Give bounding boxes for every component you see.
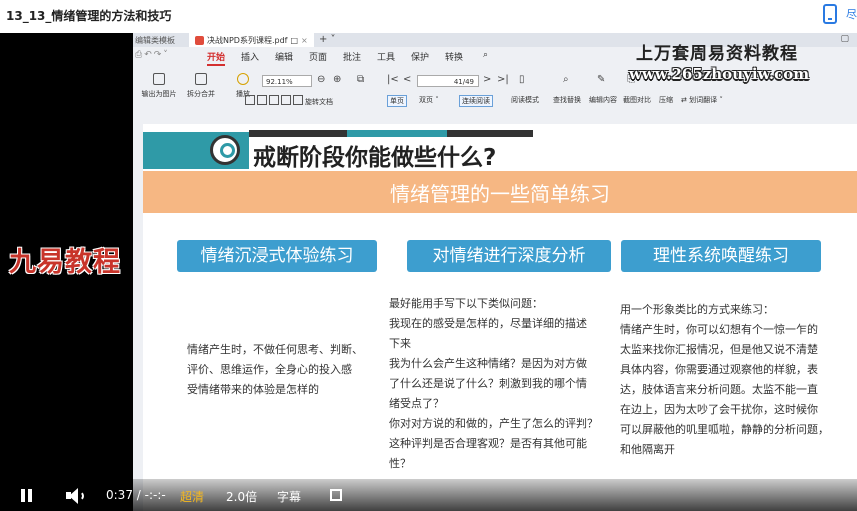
- player-controls: 0:37 / -:-:- 超清 2.0倍 字幕: [0, 479, 857, 511]
- last-page-icon: >|: [497, 74, 509, 85]
- close-icon: ×: [301, 35, 308, 45]
- menu-insert: 插入: [241, 53, 260, 63]
- quick-access-icons: ⎙↶↷˅: [135, 50, 170, 60]
- text-line: 我为什么会产生这种情绪？是因为对方做: [389, 357, 587, 370]
- text-line: 我现在的感受是怎样的，尽量详细的描述: [389, 317, 587, 330]
- phone-icon[interactable]: [823, 4, 837, 24]
- text-line: 可以屏蔽他的叽里呱啦，静静的分析问题，: [620, 423, 829, 436]
- slide-title: 戒断阶段你能做些什么?: [253, 145, 497, 171]
- quality-button[interactable]: 超清: [180, 488, 204, 505]
- tool-export-image-label: 输出为图片: [141, 90, 177, 98]
- slide-page: 戒断阶段你能做些什么? 情绪管理的一些简单练习 情绪沉浸式体验练习 对情绪进行深…: [143, 124, 857, 511]
- find-replace-button: 查找替换: [553, 96, 581, 104]
- text-line: 受情绪带来的体验是怎样的: [187, 383, 319, 396]
- volume-icon[interactable]: [66, 488, 88, 504]
- column-heading-2: 对情绪进行深度分析: [407, 240, 611, 272]
- double-page-button: 双页 ˅: [419, 96, 439, 104]
- text-line: 下来: [389, 337, 411, 350]
- fit-icon: ⧉: [357, 74, 365, 85]
- watermark-url: www.265zhouyiw.com: [629, 65, 810, 83]
- read-mode-button: 阅读模式: [511, 96, 539, 104]
- zoom-field: 92.11%: [262, 75, 312, 87]
- title-teal-strip: [347, 130, 447, 137]
- text-line: 在边上，因为太吵了会干扰你，这时候你: [620, 403, 818, 416]
- text-line: 太监来找你汇报情况，但是他又说不清楚: [620, 343, 818, 356]
- text-line: 用一个形象类比的方式来练习：: [620, 303, 774, 316]
- text-line: 和他隔离开: [620, 443, 675, 456]
- watermark-line1: 上万套周易资料教程: [636, 44, 798, 64]
- time-display: 0:37 / -:-:-: [106, 488, 166, 502]
- tab-document-label: 决战NPD系列课程.pdf: [207, 35, 288, 45]
- compress-button: 压缩: [659, 96, 673, 104]
- text-line: 绪受点了？: [389, 397, 444, 410]
- text-line: 性？: [389, 457, 411, 470]
- column-heading-1: 情绪沉浸式体验练习: [177, 240, 377, 272]
- menu-annotate: 批注: [343, 53, 362, 63]
- tab-template: 编辑类模板: [135, 36, 175, 45]
- column-text-1: 情绪产生时，不做任何思考、判断、 评价、思维运作，全身心的投入感 受情绪带来的体…: [187, 340, 387, 400]
- pause-icon[interactable]: [21, 489, 33, 502]
- subtitle-band: 情绪管理的一些简单练习: [143, 171, 857, 213]
- prev-page-icon: <: [403, 74, 412, 85]
- zoom-out-icon: ⊖: [317, 74, 326, 85]
- single-page-button: 单页: [387, 95, 407, 107]
- rotate-label: 旋转文档: [245, 95, 333, 107]
- play-icon: [237, 73, 249, 85]
- brand-watermark: 九易教程: [9, 247, 121, 278]
- window-title: 13_13_情绪管理的方法和技巧: [6, 9, 172, 23]
- text-line: 情绪产生时，不做任何思考、判断、: [187, 343, 363, 356]
- text-line: 你对对方说的和做的，产生了怎么的评判？: [389, 417, 598, 430]
- text-line: 了什么还是说了什么？刺激到我的哪个情: [389, 377, 587, 390]
- title-dark-strip-2: [447, 130, 533, 137]
- edit-content-button: 编辑内容: [589, 96, 617, 104]
- title-dark-strip: [249, 130, 347, 137]
- text-line: 最好能用手写下以下类似问题：: [389, 297, 543, 310]
- page-field: 41/49: [417, 75, 479, 87]
- tool-export-image: 输出为图片: [139, 73, 179, 99]
- image-icon: [153, 73, 165, 85]
- translate-button: ⇄ 划词翻译 ˅: [681, 96, 723, 104]
- read-icon: ▯: [519, 74, 525, 85]
- slide-subtitle: 情绪管理的一些简单练习: [390, 182, 610, 206]
- menu-page: 页面: [309, 53, 328, 63]
- edit-icon: ✎: [597, 74, 606, 85]
- square-icon: □: [290, 35, 299, 45]
- text-line: 评价、思维运作，全身心的投入感: [187, 363, 352, 376]
- menu-start: 开始: [207, 50, 226, 66]
- fullscreen-icon[interactable]: [330, 489, 342, 501]
- text-line: 情绪产生时，你可以幻想有个一惊一乍的: [620, 323, 818, 336]
- search-icon: ⌕: [483, 50, 489, 60]
- video-player[interactable]: 编辑类模板 决战NPD系列课程.pdf □ × + ˅ ▢ ⎙↶↷˅ 开始 插入…: [0, 33, 857, 511]
- next-page-icon: >: [483, 74, 492, 85]
- split-icon: [195, 73, 207, 85]
- tool-split-merge: 拆分合并: [181, 73, 221, 99]
- video-frame: 编辑类模板 决战NPD系列课程.pdf □ × + ˅ ▢ ⎙↶↷˅ 开始 插入…: [133, 33, 857, 511]
- column-heading-3: 理性系统唤醒练习: [621, 240, 821, 272]
- menu-edit: 编辑: [275, 53, 294, 63]
- head-search-icon: [210, 135, 240, 165]
- tab-document: 决战NPD系列课程.pdf □ ×: [189, 33, 314, 47]
- column-text-3: 用一个形象类比的方式来练习： 情绪产生时，你可以幻想有个一惊一乍的 太监来找你汇…: [620, 300, 856, 460]
- add-tab-icon: + ˅: [319, 34, 336, 45]
- find-icon: ⌕: [563, 74, 569, 85]
- text-line: 达，肢体语言来分析问题。太监不能一直: [620, 383, 818, 396]
- window-titlebar: 13_13_情绪管理的方法和技巧 尽: [0, 0, 857, 33]
- continuous-button: 连续阅读: [459, 95, 493, 107]
- menu-protect: 保护: [411, 53, 430, 63]
- text-line: 具体内容，你需要通过观察他的样貌，表: [620, 363, 818, 376]
- titlebar-edge-text: 尽: [846, 8, 857, 21]
- column-text-2: 最好能用手写下以下类似问题： 我现在的感受是怎样的，尽量详细的描述 下来 我为什…: [389, 294, 615, 474]
- first-page-icon: |<: [387, 74, 399, 85]
- menu-convert: 转换: [445, 53, 464, 63]
- menu-tools: 工具: [377, 53, 396, 63]
- text-line: 这种评判是否合理客观？是否有其他可能: [389, 437, 587, 450]
- pdf-icon: [195, 35, 204, 45]
- screenshot-compare-button: 截图对比: [623, 96, 651, 104]
- zoom-in-icon: ⊕: [333, 74, 342, 85]
- tool-split-merge-label: 拆分合并: [187, 90, 215, 98]
- subtitle-button[interactable]: 字幕: [277, 488, 301, 505]
- window-restore-icon: ▢: [840, 34, 849, 44]
- speed-button[interactable]: 2.0倍: [226, 488, 257, 505]
